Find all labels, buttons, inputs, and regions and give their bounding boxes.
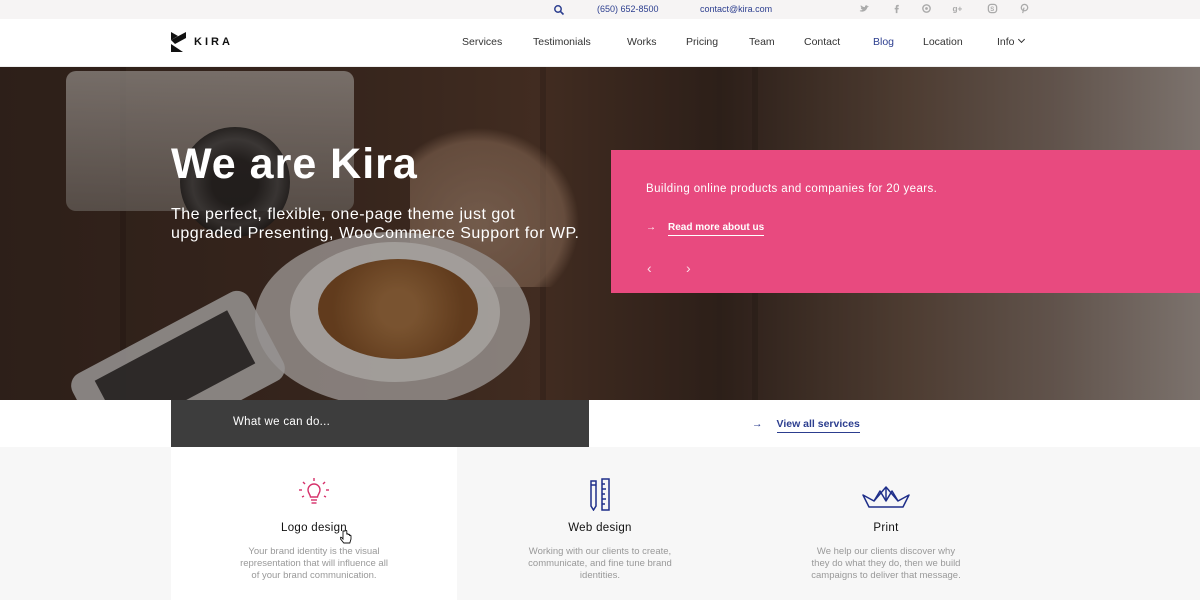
nav-testimonials[interactable]: Testimonials (533, 36, 591, 48)
arrow-right-icon: → (752, 418, 763, 430)
pinterest-icon[interactable] (1018, 3, 1030, 15)
skype-icon[interactable]: S (986, 3, 998, 15)
nav-location[interactable]: Location (923, 36, 963, 48)
svg-text:g+: g+ (953, 5, 963, 14)
arrow-right-icon: → (646, 222, 656, 233)
services-heading-box: What we can do... (171, 400, 589, 447)
hero-section: We are Kira The perfect, flexible, one-p… (0, 67, 1200, 400)
search-icon[interactable] (553, 4, 565, 16)
github-icon[interactable] (920, 3, 932, 15)
chevron-right-icon[interactable]: › (686, 260, 691, 276)
service-card-title: Logo design (281, 522, 347, 534)
hero-panel-text: Building online products and companies f… (646, 183, 938, 195)
read-more-link[interactable]: → Read more about us (646, 222, 765, 236)
read-more-label: Read more about us (668, 222, 765, 236)
top-bar: (650) 652-8500 contact@kira.com g+ S (0, 0, 1200, 19)
twitter-icon[interactable] (858, 3, 870, 15)
service-card-web-design[interactable]: Web design Working with our clients to c… (457, 447, 743, 600)
nav-info-label: Info (997, 36, 1015, 48)
nav-services[interactable]: Services (462, 36, 502, 48)
phone-link[interactable]: (650) 652-8500 (597, 4, 659, 14)
chevron-left-icon[interactable]: ‹ (647, 260, 652, 276)
view-all-services-label: View all services (776, 418, 860, 433)
logo-text: KIRA (194, 36, 233, 48)
nav-team[interactable]: Team (749, 36, 775, 48)
services-heading: What we can do... (233, 416, 331, 428)
service-card-title: Web design (568, 522, 632, 534)
hero-panel: Building online products and companies f… (611, 150, 1200, 293)
kira-logo-icon (171, 32, 186, 52)
hero-title: We are Kira (171, 140, 418, 188)
pencil-ruler-icon (590, 478, 610, 511)
service-card-desc: Your brand identity is the visual repres… (240, 546, 388, 581)
chevron-down-icon (1017, 35, 1025, 44)
service-card-desc: We help our clients discover why they do… (811, 546, 961, 581)
paper-boat-icon (862, 486, 910, 508)
main-navigation: KIRA Services Testimonials Works Pricing… (0, 19, 1200, 67)
nav-info[interactable]: Info (997, 35, 1025, 48)
google-plus-icon[interactable]: g+ (952, 3, 964, 15)
view-all-services-link[interactable]: → View all services (752, 418, 860, 433)
hero-subtitle: The perfect, flexible, one-page theme ju… (171, 206, 580, 242)
nav-works[interactable]: Works (627, 36, 657, 48)
nav-pricing[interactable]: Pricing (686, 36, 718, 48)
service-card-print[interactable]: Print We help our clients discover why t… (743, 447, 1029, 600)
services-cards: Logo design Your brand identity is the v… (0, 447, 1200, 600)
svg-text:S: S (990, 7, 994, 13)
mouse-pointer-icon (340, 530, 352, 544)
service-card-title: Print (873, 522, 899, 534)
nav-contact[interactable]: Contact (804, 36, 840, 48)
service-card-desc: Working with our clients to create, comm… (528, 546, 672, 581)
lightbulb-icon (299, 478, 329, 504)
logo[interactable]: KIRA (171, 32, 233, 52)
facebook-icon[interactable] (890, 3, 902, 15)
email-link[interactable]: contact@kira.com (700, 4, 772, 14)
service-card-logo-design[interactable]: Logo design Your brand identity is the v… (171, 447, 457, 600)
nav-blog[interactable]: Blog (873, 36, 894, 48)
